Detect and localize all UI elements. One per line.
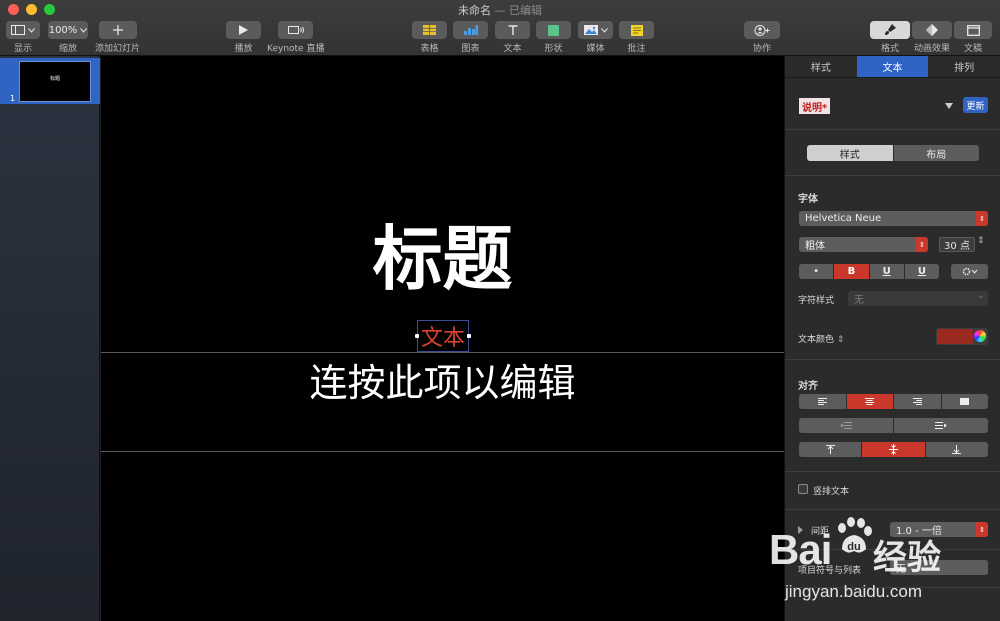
add-slide-button[interactable]: [98, 21, 137, 39]
animate-tool[interactable]: 动画效果: [912, 21, 952, 54]
zoom-value: 100%: [48, 24, 78, 36]
play-button[interactable]: [226, 21, 261, 39]
animation-diamond-icon: [926, 24, 938, 36]
view-button[interactable]: [6, 21, 40, 39]
shape-label: 形状: [544, 44, 563, 54]
keynote-live-tool[interactable]: Keynote 直播: [267, 21, 324, 54]
selected-text-box[interactable]: 文本: [415, 320, 471, 352]
shape-square-icon: [548, 24, 559, 36]
text-tool[interactable]: 文本: [495, 21, 530, 54]
slide-navigator: 1 标题: [0, 56, 100, 621]
document-label: 文稿: [963, 44, 982, 54]
text-box-border-top: [101, 352, 784, 353]
keynote-live-button[interactable]: [278, 21, 314, 39]
watermark-brand-cn: 经验: [873, 538, 941, 578]
alignment-section: [785, 360, 1000, 472]
inspector-tabs: 样式 文本 排列: [785, 56, 1000, 78]
comment-button[interactable]: [619, 21, 654, 39]
text-placeholder[interactable]: 文本: [421, 320, 465, 352]
comment-tool[interactable]: 批注: [619, 21, 654, 54]
update-style-button[interactable]: 更新: [963, 97, 988, 113]
chevron-down-icon: [28, 27, 35, 33]
zoom-tool[interactable]: 100% 缩放: [48, 21, 88, 54]
sidebar-icon: [11, 25, 25, 35]
vertical-text-section: [785, 472, 1000, 510]
keynote-live-label: Keynote 直播: [267, 44, 325, 54]
resize-handle-right[interactable]: [467, 334, 471, 338]
watermark-url: jingyan.baidu.com: [785, 582, 923, 601]
slide-canvas[interactable]: 标题 文本 连按此项以编辑: [101, 56, 784, 621]
slide-number: 1: [10, 94, 16, 103]
document-button[interactable]: [954, 21, 992, 39]
animate-label: 动画效果: [913, 44, 950, 54]
media-tool[interactable]: 媒体: [578, 21, 613, 54]
view-tool[interactable]: 显示: [6, 21, 40, 54]
shape-button[interactable]: [536, 21, 571, 39]
svg-text:du: du: [847, 541, 860, 553]
text-box-border-bottom: [101, 451, 784, 452]
text-label: 文本: [503, 44, 522, 54]
media-label: 媒体: [586, 44, 605, 54]
table-button[interactable]: [412, 21, 447, 39]
text-t-icon: [508, 25, 517, 35]
slide-body-text[interactable]: 连按此项以编辑: [101, 361, 784, 407]
slide-thumbnail[interactable]: 标题: [19, 61, 91, 102]
chevron-down-icon: [600, 27, 608, 33]
thumbnail-title: 标题: [49, 76, 60, 82]
paragraph-style-name[interactable]: 说明*: [799, 98, 831, 114]
style-layout-section: [785, 130, 1000, 176]
paw-logo-icon: du: [838, 517, 872, 553]
keynote-window: 未命名 — 已编辑 显示 100% 缩放 添加幻灯片 播放 Keynote 直播…: [0, 0, 1000, 621]
chart-tool[interactable]: 图表: [453, 21, 488, 54]
media-button[interactable]: [578, 21, 613, 39]
paintbrush-icon: [885, 24, 896, 35]
table-label: 表格: [420, 44, 439, 54]
font-section: [785, 176, 1000, 360]
play-tool[interactable]: 播放: [226, 21, 261, 54]
chart-button[interactable]: [453, 21, 488, 39]
slide-title[interactable]: 标题: [101, 224, 784, 294]
play-icon: [239, 25, 248, 35]
text-box-button[interactable]: [495, 21, 530, 39]
view-label: 显示: [13, 44, 32, 54]
window-title: 未命名 — 已编辑: [0, 2, 1000, 18]
format-label: 格式: [880, 44, 899, 54]
collaborate-label: 协作: [752, 44, 771, 54]
table-icon: [423, 25, 436, 35]
document-window-icon: [966, 24, 980, 36]
add-slide-label: 添加幻灯片: [95, 44, 141, 54]
toolbar: 未命名 — 已编辑 显示 100% 缩放 添加幻灯片 播放 Keynote 直播…: [0, 0, 1000, 56]
table-tool[interactable]: 表格: [412, 21, 447, 54]
watermark-brand: Bai: [769, 526, 832, 573]
animate-button[interactable]: [912, 21, 952, 39]
zoom-button[interactable]: 100%: [48, 21, 88, 39]
baidu-watermark: Bai du 经验 jingyan.baidu.com: [755, 510, 1000, 621]
resize-handle-left[interactable]: [415, 334, 419, 338]
slide-thumbnail-row[interactable]: 1 标题: [0, 58, 100, 104]
shape-tool[interactable]: 形状: [536, 21, 571, 54]
tab-arrange[interactable]: 排列: [928, 56, 1000, 77]
document-name: 未命名: [458, 4, 491, 17]
add-slide-tool[interactable]: 添加幻灯片: [95, 21, 140, 54]
play-label: 播放: [234, 44, 253, 54]
bar-chart-icon: [463, 25, 478, 35]
sticky-note-icon: [630, 24, 643, 36]
collaborate-tool[interactable]: 协作: [744, 21, 780, 54]
tab-text[interactable]: 文本: [856, 56, 929, 77]
format-tool[interactable]: 格式: [870, 21, 910, 54]
format-button[interactable]: [870, 21, 910, 39]
edited-status: — 已编辑: [494, 4, 543, 17]
zoom-label: 缩放: [58, 44, 77, 54]
paragraph-style-dropdown-icon[interactable]: [945, 103, 953, 109]
chart-label: 图表: [461, 44, 480, 54]
image-icon: [583, 25, 598, 35]
document-tool[interactable]: 文稿: [954, 21, 992, 54]
chevron-down-icon: [80, 27, 88, 33]
tab-style[interactable]: 样式: [785, 56, 857, 77]
broadcast-icon: [287, 26, 304, 34]
collaborate-button[interactable]: [744, 21, 780, 39]
comment-label: 批注: [627, 44, 646, 54]
add-person-icon: [754, 24, 770, 36]
plus-icon: [112, 25, 123, 35]
